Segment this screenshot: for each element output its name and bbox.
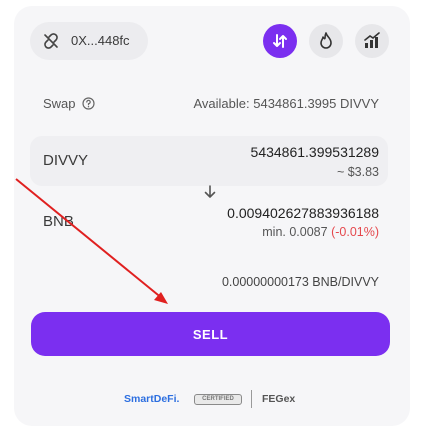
sell-button[interactable]: SELL [31, 312, 390, 356]
to-token-symbol[interactable]: BNB [43, 213, 74, 230]
min-received-label: min. 0.0087 [262, 225, 328, 239]
min-received: min. 0.0087 (-0.01%) [262, 225, 379, 239]
to-token-amount: 0.009402627883936188 [227, 205, 379, 221]
fegex-link[interactable]: FEGex [262, 393, 295, 405]
exchange-rate: 0.00000000173 BNB/DIVVY [221, 275, 379, 289]
wallet-address: 0X...448fc [71, 33, 130, 48]
arrow-down-icon[interactable] [201, 183, 219, 201]
footer-divider [251, 390, 252, 408]
slippage-percent: (-0.01%) [331, 225, 379, 239]
chart-icon [364, 32, 380, 48]
stats-button[interactable] [355, 24, 389, 58]
certified-badge: CERTIFIED [194, 394, 242, 405]
smartdefi-logo[interactable]: SmartDeFi. [124, 393, 179, 405]
swap-label: Swap [43, 96, 76, 111]
from-token-symbol[interactable]: DIVVY [43, 152, 88, 169]
footer: SmartDeFi. CERTIFIED FEGex [0, 390, 425, 410]
from-token-usd-value: ~ $3.83 [336, 165, 379, 179]
flame-icon [320, 32, 332, 49]
link-off-icon [44, 33, 58, 49]
wallet-address-pill[interactable]: 0X...448fc [30, 22, 148, 60]
from-token-amount[interactable]: 5434861.399531289 [251, 144, 379, 160]
question-circle-icon[interactable] [82, 97, 95, 110]
burn-button[interactable] [309, 24, 343, 58]
available-balance: Available: 5434861.3995 DIVVY [193, 96, 379, 111]
swap-mode-button[interactable] [263, 24, 297, 58]
swap-mode-icon [273, 34, 287, 48]
